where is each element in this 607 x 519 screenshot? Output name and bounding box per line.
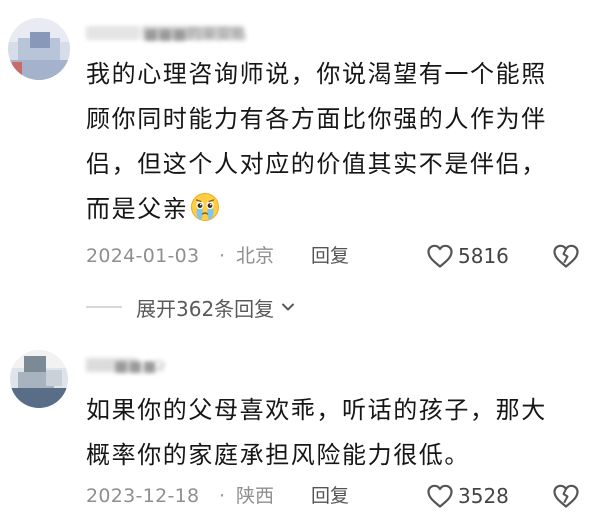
dislike-button[interactable]	[552, 243, 580, 279]
chevron-down-icon	[282, 303, 295, 311]
comment-line: 如果你的父母喜欢乖，听话的孩子，那大	[86, 396, 547, 424]
expand-label: 展开362条回复	[136, 296, 275, 321]
reply-button[interactable]: 回复	[311, 240, 349, 272]
expand-divider	[86, 306, 122, 308]
like-count: 3528	[458, 484, 509, 508]
like-button[interactable]: 5816	[426, 240, 509, 272]
comment-location: 北京	[236, 245, 275, 267]
avatar[interactable]	[8, 18, 70, 80]
username[interactable]: ■■■的来安格	[86, 24, 246, 42]
heart-icon	[427, 244, 453, 268]
comment-date: 2024-01-03	[86, 245, 200, 267]
comment-line: 概率你的家庭承担风险能力很低。	[86, 441, 470, 469]
username[interactable]: ■■■冰	[86, 356, 164, 374]
comment-text: 我的心理咨询师说，你说渴望有一个能照 顾你同时能力有各方面比你强的人作为伴 侣，…	[86, 52, 547, 232]
username-text: ■■■冰	[114, 357, 164, 374]
comment-line: 侣，但这个人对应的价值其实不是伴侣，	[86, 150, 547, 178]
avatar[interactable]	[10, 350, 68, 408]
username-text: ■■■的来安格	[144, 25, 246, 42]
reply-button[interactable]: 回复	[311, 480, 349, 512]
comment-meta: 2024-01-03 · 北京 回复 5816	[86, 240, 607, 272]
comment-location: 陕西	[236, 485, 275, 507]
dislike-button[interactable]	[552, 483, 580, 519]
broken-heart-icon	[553, 244, 579, 268]
comment-meta: 2023-12-18 · 陕西 回复 3528	[86, 480, 607, 512]
like-count: 5816	[458, 244, 509, 268]
comment-item: ■■■冰 如果你的父母喜欢乖，听话的孩子，那大 概率你的家庭承担风险能力很低。 …	[0, 340, 607, 517]
heart-icon	[427, 484, 453, 508]
meta-separator: ·	[219, 245, 226, 267]
meta-separator: ·	[219, 485, 226, 507]
comment-line-text: 而是父亲	[86, 195, 189, 223]
comment-date: 2023-12-18	[86, 485, 200, 507]
expand-replies-button[interactable]: 展开362条回复	[86, 290, 296, 324]
like-button[interactable]: 3528	[426, 480, 509, 512]
comment-line-last: 而是父亲	[86, 187, 547, 232]
comment-item: ■■■的来安格 我的心理咨询师说，你说渴望有一个能照 顾你同时能力有各方面比你强…	[0, 0, 607, 340]
comment-text: 如果你的父母喜欢乖，听话的孩子，那大 概率你的家庭承担风险能力很低。	[86, 388, 547, 478]
crying-face-emoji-icon	[191, 193, 220, 221]
broken-heart-icon	[553, 484, 579, 508]
comment-line: 顾你同时能力有各方面比你强的人作为伴	[86, 105, 547, 133]
comment-line: 我的心理咨询师说，你说渴望有一个能照	[86, 60, 547, 88]
